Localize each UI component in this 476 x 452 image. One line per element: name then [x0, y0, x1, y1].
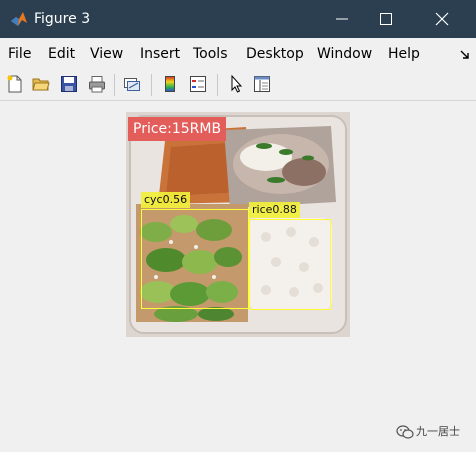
price-label: Price:15RMB: [128, 117, 227, 141]
dock-arrow-icon[interactable]: [459, 46, 471, 59]
print-icon[interactable]: [88, 75, 106, 93]
maximize-button[interactable]: [364, 0, 408, 38]
menu-window[interactable]: Window: [317, 45, 372, 63]
toolbar-separator: [114, 74, 115, 96]
insert-colorbar-icon[interactable]: [161, 75, 179, 93]
open-folder-icon[interactable]: [32, 75, 50, 93]
maximize-icon: [380, 13, 392, 25]
minimize-icon: [336, 18, 348, 20]
menu-tools[interactable]: Tools: [193, 45, 228, 63]
wechat-icon: [396, 424, 414, 440]
menu-bar: File Edit View Insert Tools Desktop Wind…: [0, 38, 476, 68]
toolbar: [0, 68, 476, 101]
menu-file[interactable]: File: [8, 45, 31, 63]
minimize-button[interactable]: [320, 0, 364, 38]
watermark-text: 九一居士: [416, 425, 460, 438]
toolbar-separator: [217, 74, 218, 96]
toolbar-separator: [151, 74, 152, 96]
title-bar[interactable]: Figure 3: [0, 0, 476, 38]
figure-window: Figure 3 File Edit View Insert Tools Des…: [0, 0, 476, 452]
matlab-logo-icon: [10, 10, 28, 28]
menu-help[interactable]: Help: [388, 45, 420, 63]
menu-view[interactable]: View: [90, 45, 123, 63]
property-inspector-icon[interactable]: [253, 75, 271, 93]
close-button[interactable]: [420, 0, 464, 38]
menu-desktop[interactable]: Desktop: [246, 45, 304, 63]
pointer-icon[interactable]: [227, 74, 245, 93]
menu-edit[interactable]: Edit: [48, 45, 75, 63]
detection-label-rice: rice0.88: [249, 202, 300, 218]
link-plot-icon[interactable]: [123, 75, 141, 93]
insert-legend-icon[interactable]: [189, 75, 207, 93]
detection-label-cyc: cyc0.56: [141, 192, 191, 208]
new-figure-icon[interactable]: [6, 75, 24, 93]
save-icon[interactable]: [60, 75, 78, 93]
close-icon: [435, 12, 449, 26]
menu-insert[interactable]: Insert: [140, 45, 180, 63]
detection-box-cyc: [141, 209, 249, 309]
window-title: Figure 3: [34, 11, 91, 27]
detection-box-rice: [249, 219, 331, 310]
